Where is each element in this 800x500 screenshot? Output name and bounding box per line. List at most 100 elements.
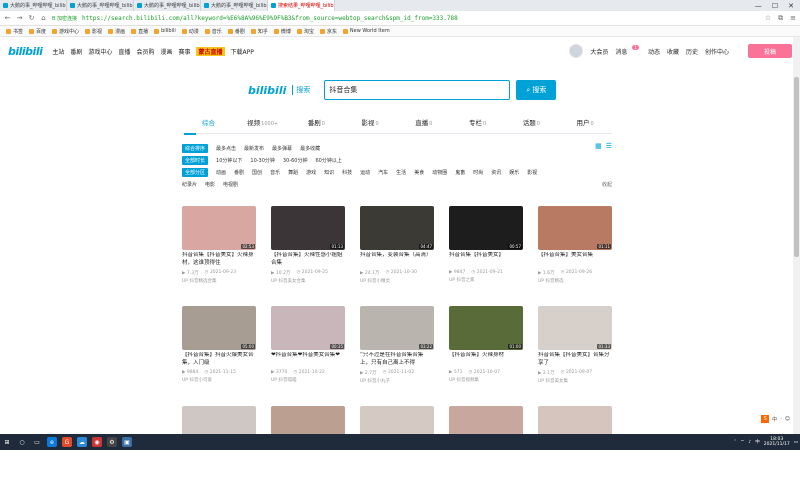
video-card[interactable]: 01:11 【抖音合集】美女合集 ▶ 1.6万 ◷ 2021-09-26 UP 抖音精选 xyxy=(538,206,612,300)
filter-collapse-toggle[interactable]: 收起 xyxy=(602,181,612,188)
secure-connection-badge[interactable]: B 加密连接 xyxy=(52,15,77,22)
nav-item[interactable]: 主站 xyxy=(52,47,64,56)
filter-option[interactable]: 娱乐 xyxy=(509,169,519,176)
video-title[interactable]: “只不过是在抖音合集合集上，只有自己离上不得 xyxy=(360,352,434,367)
uploader[interactable]: UP 抖音美女合集 xyxy=(271,278,345,284)
filter-option[interactable]: 音乐 xyxy=(270,169,280,176)
result-tab[interactable]: 影视0 xyxy=(343,112,397,134)
video-thumbnail[interactable]: 01:00 xyxy=(449,306,523,350)
search-input[interactable] xyxy=(324,80,511,100)
video-card[interactable]: 04:47 抖音合集，变装合集（高清） ▶ 24.1万 ◷ 2021-10-30 UP … xyxy=(360,206,434,300)
video-thumbnail[interactable]: 01:33 xyxy=(538,306,612,350)
menu-icon[interactable]: ≡ xyxy=(790,14,796,23)
clock[interactable]: 18:03 2021/11/17 xyxy=(764,437,790,447)
filter-option[interactable]: 美食 xyxy=(414,169,424,176)
video-card[interactable]: 03:22 “只不过是在抖音合集合集上，只有自己离上不得 ▶ 2.7万 ◷ 2021-… xyxy=(360,306,434,400)
star-icon[interactable]: ☆ xyxy=(765,14,771,23)
taskbar-app-icon[interactable]: ⚙ xyxy=(107,437,117,447)
taskbar-app-icon[interactable]: ○ xyxy=(17,437,27,447)
browser-tab[interactable]: 大鹅的事_哔哩哔哩_bilibili× xyxy=(134,0,201,11)
filter-option[interactable]: 电视剧 xyxy=(223,181,238,188)
filter-option[interactable]: 影视 xyxy=(527,169,537,176)
filter-option[interactable]: 生活 xyxy=(396,169,406,176)
filter-option[interactable]: 汽车 xyxy=(378,169,388,176)
uploader[interactable]: UP 抖音美女集 xyxy=(538,378,612,384)
video-card[interactable] xyxy=(449,406,523,500)
bookmark-item[interactable]: 微博 xyxy=(273,28,291,35)
filter-option[interactable]: 动物圈 xyxy=(432,169,447,176)
nav-right-item[interactable]: 动态 xyxy=(648,47,660,56)
video-card[interactable]: 05:00 【抖音合集】抖音火爆美女合集，入门级 ▶ 9884 ◷ 2021-11-1… xyxy=(182,306,256,400)
bookmark-item[interactable]: 直播 xyxy=(131,28,148,35)
filter-option[interactable]: 最新发布 xyxy=(244,145,264,152)
filter-option[interactable]: 番剧 xyxy=(234,169,244,176)
video-card[interactable] xyxy=(538,406,612,500)
scrollbar-thumb[interactable] xyxy=(794,77,799,257)
video-card[interactable]: 01:00 【抖音合集】火辣身材 ▶ 571 ◷ 2021-10-07 UP 抖音视频集 xyxy=(449,306,523,400)
video-thumbnail[interactable]: 03:22 xyxy=(360,306,434,350)
filter-option[interactable]: 10-30分钟 xyxy=(250,157,275,164)
uploader[interactable]: UP 抖音之家 xyxy=(449,277,523,283)
video-title[interactable]: 抖音合集，变装合集（高清） xyxy=(360,252,434,267)
filter-option[interactable]: 10分钟以下 xyxy=(216,157,242,164)
filter-option[interactable]: 知识 xyxy=(324,169,334,176)
ime-toolbar-item[interactable]: · xyxy=(780,416,782,422)
filter-option[interactable]: 运动 xyxy=(360,169,370,176)
nav-item[interactable]: 游戏中心 xyxy=(88,47,112,56)
video-thumbnail[interactable]: 00:57 xyxy=(449,206,523,250)
nav-item[interactable]: 直播 xyxy=(118,47,130,56)
filter-option[interactable]: 最多弹幕 xyxy=(272,145,292,152)
taskbar-app-icon[interactable]: ◉ xyxy=(92,437,102,447)
tray-up-icon[interactable]: ˄ xyxy=(734,440,736,445)
result-tab[interactable]: 用户0 xyxy=(558,112,612,134)
browser-tab[interactable]: 搜索结果_哔哩哔哩_bilibili× xyxy=(268,0,335,11)
result-tab[interactable]: 番剧0 xyxy=(290,112,344,134)
bookmark-item[interactable]: 京东 xyxy=(319,28,337,35)
result-tab[interactable]: 视频1000+ xyxy=(236,112,290,134)
window-control-button[interactable]: — xyxy=(755,2,762,10)
browser-tab[interactable]: 大鹅的事_哔哩哔哩_bilibili× xyxy=(67,0,134,11)
bookmark-item[interactable]: 音乐 xyxy=(204,28,222,35)
bookmark-item[interactable]: 知乎 xyxy=(250,28,268,35)
nav-item[interactable]: 番剧 xyxy=(70,47,82,56)
video-card[interactable]: 00:35 ❤抖音合集❤抖音美女合集❤ ▶ 3770 ◷ 2021-10-22 UP 抖… xyxy=(271,306,345,400)
nav-item[interactable]: 下载APP xyxy=(231,47,254,56)
filter-option[interactable]: 最多收藏 xyxy=(300,145,320,152)
video-title[interactable]: 【抖音合集】火辣身材 xyxy=(449,352,523,367)
result-tab[interactable]: 直播0 xyxy=(397,112,451,134)
browser-tab[interactable]: 大鹅的事_哔哩哔哩_bilibili× xyxy=(201,0,268,11)
nav-right-item[interactable]: 收藏 xyxy=(667,47,679,56)
home-icon[interactable]: ⌂ xyxy=(40,14,47,22)
filter-option[interactable]: 电影 xyxy=(205,181,215,188)
filter-option[interactable]: 鬼畜 xyxy=(455,169,465,176)
ime-toolbar-item[interactable]: ☺ xyxy=(785,416,790,422)
video-thumbnail[interactable]: 01:13 xyxy=(271,206,345,250)
bookmark-item[interactable]: 游戏中心 xyxy=(52,28,79,35)
window-control-button[interactable]: ✕ xyxy=(788,2,794,10)
volume-icon[interactable]: ♪ xyxy=(748,440,751,445)
network-icon[interactable]: ⌔ xyxy=(740,439,744,445)
uploader[interactable]: UP 抖音小精灵 xyxy=(360,278,434,284)
taskbar-app-icon[interactable]: ⊞ xyxy=(2,437,12,447)
video-card[interactable] xyxy=(271,406,345,500)
bookmark-item[interactable]: 影视 xyxy=(85,28,102,35)
uploader[interactable]: UP 抖音喵喵 xyxy=(271,377,345,383)
video-title[interactable]: 抖音合集【抖音美女】 xyxy=(449,252,523,267)
video-title[interactable]: ❤抖音合集❤抖音美女合集❤ xyxy=(271,352,345,367)
filter-option[interactable]: 最多点击 xyxy=(216,145,236,152)
search-logo[interactable]: bilibili xyxy=(248,84,286,97)
filter-option[interactable]: 全部分区 xyxy=(182,167,209,177)
result-tab[interactable]: 话题0 xyxy=(505,112,559,134)
result-tab[interactable]: 综合 xyxy=(182,112,236,135)
video-thumbnail[interactable]: 00:35 xyxy=(271,306,345,350)
nav-right-item[interactable]: 大会员 xyxy=(590,47,608,56)
video-thumbnail[interactable]: 04:47 xyxy=(360,206,434,250)
filter-option[interactable]: 科技 xyxy=(342,169,352,176)
video-card[interactable]: 02:53 抖音合集【抖音美女】火辣身材，这谁顶得住 ▶ 7.3万 ◷ 2021-09… xyxy=(182,206,256,300)
ime-lang[interactable]: 中 xyxy=(755,439,760,445)
page-scrollbar[interactable] xyxy=(793,37,800,434)
uploader[interactable]: UP 抖音小丸子 xyxy=(360,378,434,384)
bookmark-item[interactable]: bilibili xyxy=(154,28,176,34)
ime-logo-icon[interactable]: S xyxy=(761,415,770,423)
taskbar-app-icon[interactable]: e xyxy=(47,437,57,447)
